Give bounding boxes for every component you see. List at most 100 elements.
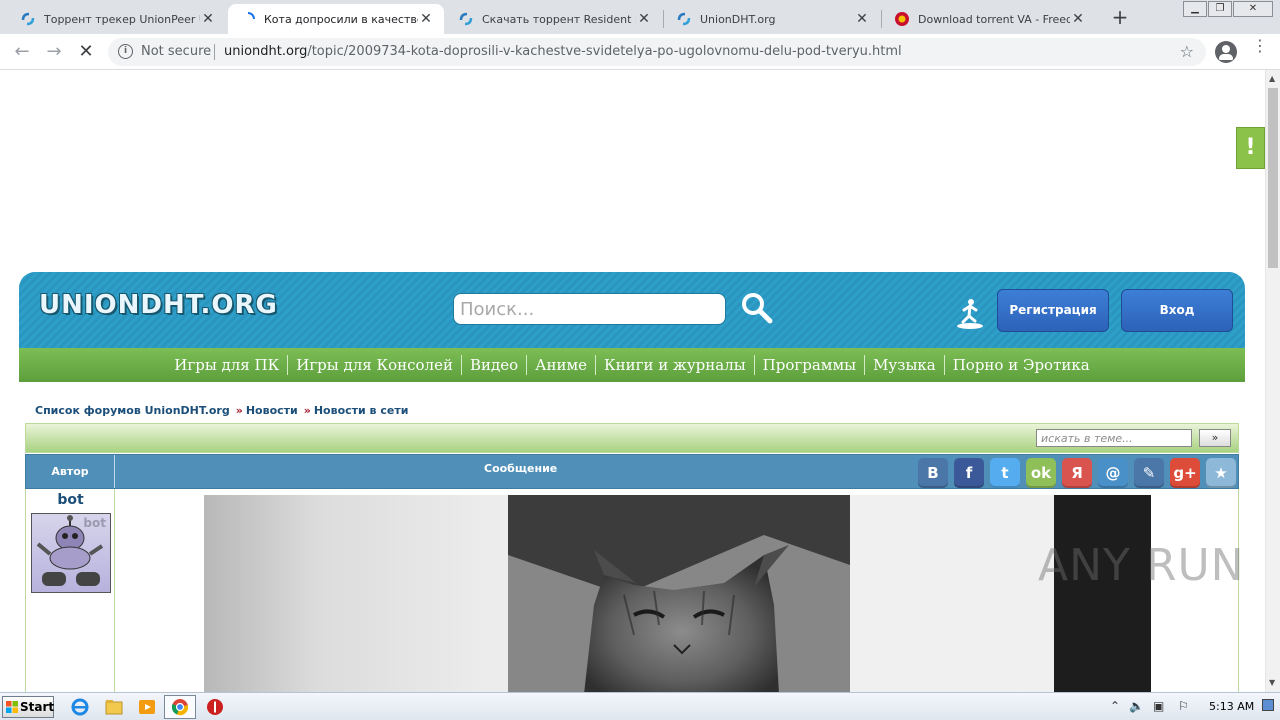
windows-flag-icon [6,701,18,713]
tab-close-icon[interactable]: ✕ [418,11,434,27]
tab-close-icon[interactable]: ✕ [636,11,652,27]
back-button[interactable]: ← [10,40,34,64]
url-text[interactable]: uniondht.org/topic/2009734-kota-doprosil… [224,44,902,59]
runner-icon [954,296,986,330]
scroll-up-icon[interactable]: ▲ [1269,74,1275,83]
author-name[interactable]: bot [26,492,115,508]
breadcrumb: Список форумов UnionDHT.org» Новости» Ново… [35,404,408,417]
tab-title: Кота допросили в качестве св [264,12,418,26]
tab-title: UnionDHT.org [700,12,776,26]
uniondht-favicon-icon [458,11,474,27]
tab-close-icon[interactable]: ✕ [1070,11,1086,27]
share-mail-icon[interactable]: @ [1098,458,1128,488]
nav-item[interactable]: Игры для ПК [166,356,287,374]
restore-window-button[interactable]: ❐ [1208,1,1232,17]
tray-expand-icon[interactable]: ⌃ [1110,699,1120,713]
action-center-flag-icon[interactable]: ⚐ [1178,699,1189,713]
stop-sign-icon[interactable] [205,697,225,717]
nav-item[interactable]: Видео [462,356,526,374]
tab-close-icon[interactable]: ✕ [200,11,216,27]
category-nav: Игры для ПК Игры для Консолей Видео Аниме Кн… [19,348,1245,382]
forward-button[interactable]: → [42,40,66,64]
search-icon[interactable] [739,290,775,326]
tab-close-icon[interactable]: ✕ [854,11,870,27]
nav-item[interactable]: Порно и Эротика [945,356,1098,374]
site-logo[interactable]: UNIONDHT.ORG [39,290,278,320]
register-button[interactable]: Регистрация [997,289,1109,332]
share-vk-icon[interactable]: B [918,458,948,488]
volume-icon[interactable]: 🔈 [1129,699,1144,713]
tab-title: Download torrent VA - Freedom [918,12,1070,26]
media-player-icon[interactable] [137,697,157,717]
profile-avatar-icon[interactable] [1215,41,1237,63]
share-livejournal-icon[interactable]: ✎ [1134,458,1164,488]
share-google-plus-icon[interactable]: g+ [1170,458,1200,488]
breadcrumb-news-online[interactable]: Новости в сети [314,404,409,417]
browser-tab-active[interactable]: Кота допросили в качестве св ✕ [228,4,444,34]
nav-item[interactable]: Игры для Консолей [288,356,461,374]
internet-explorer-icon[interactable] [70,697,90,717]
nav-item[interactable]: Книги и журналы [596,356,754,374]
minimize-window-button[interactable]: ▁ [1183,1,1207,17]
chrome-taskbar-button[interactable] [164,695,196,719]
tab-title: Торрент трекер UnionPeer Uni [44,12,200,26]
page-viewport: UNIONDHT.ORG Поиск... Регистрация Вход И… [0,70,1265,692]
close-window-button[interactable]: ✕ [1233,1,1273,17]
topic-search-button[interactable]: » [1199,429,1231,447]
browser-tab[interactable]: UnionDHT.org ✕ [664,4,880,34]
nav-item[interactable]: Музыка [865,356,944,374]
share-bookmark-icon[interactable]: ★ [1206,458,1236,488]
share-facebook-icon[interactable]: f [954,458,984,488]
start-label: Start [20,700,55,714]
login-button[interactable]: Вход [1121,289,1233,332]
breadcrumb-news[interactable]: Новости [246,404,298,417]
avatar-label: bot [83,516,106,530]
author-column-header: Автор [26,455,115,488]
show-desktop-button[interactable] [1262,699,1274,711]
browser-tab[interactable]: Download torrent VA - Freedom ✕ [882,4,1096,34]
nav-item[interactable]: Программы [755,356,864,374]
share-odnoklassniki-icon[interactable]: ok [1026,458,1056,488]
url-host: uniondht.org [224,44,308,59]
bookmark-star-icon[interactable]: ☆ [1180,42,1194,61]
security-label: Not secure [141,44,212,59]
tab-title: Скачать торрент Resident Evil [482,12,636,26]
nav-item[interactable]: Аниме [527,356,595,374]
windows-taskbar: Start ⌃ 🔈 ▣ ⚐ 5:13 AM [0,692,1280,720]
loading-spinner-icon [240,11,256,27]
breadcrumb-forum-list[interactable]: Список форумов UnionDHT.org [35,404,230,417]
address-bar[interactable]: i Not secure uniondht.org/topic/2009734-… [108,38,1206,66]
author-column: bot bot [26,489,115,692]
ad-space [0,70,1265,270]
network-icon[interactable]: ▣ [1153,699,1164,713]
share-twitter-icon[interactable]: t [990,458,1020,488]
breadcrumb-separator: » [235,404,243,417]
stop-loading-button[interactable]: ✕ [74,40,98,64]
page-scrollbar[interactable]: ▲ ▼ [1265,70,1280,692]
new-tab-button[interactable]: + [1108,6,1132,30]
post-table-header: Автор Сообщение Bf t ok Я @ ✎ g+ ★ [25,454,1239,489]
breadcrumb-separator: » [303,404,311,417]
address-separator [214,44,215,60]
folder-icon[interactable] [104,697,124,717]
share-yandex-icon[interactable]: Я [1062,458,1092,488]
site-search-input[interactable]: Поиск... [453,293,726,325]
browser-tab-strip: Торрент трекер UnionPeer Uni ✕ Кота допр… [0,0,1280,34]
chrome-icon [171,699,189,716]
browser-tab[interactable]: Торрент трекер UnionPeer Uni ✕ [8,4,226,34]
anyrun-watermark: ANY RUN [1038,540,1245,591]
freedom-favicon-icon [894,11,910,27]
uniondht-favicon-icon [676,11,692,27]
browser-menu-icon[interactable]: ⋮ [1252,38,1268,61]
browser-toolbar: ← → ✕ i Not secure uniondht.org/topic/20… [0,34,1280,70]
feedback-tab[interactable]: ! [1236,127,1265,169]
post-image [204,495,1151,692]
scroll-thumb[interactable] [1268,88,1278,268]
scroll-down-icon[interactable]: ▼ [1269,678,1275,687]
browser-tab[interactable]: Скачать торрент Resident Evil ✕ [446,4,662,34]
site-header: UNIONDHT.ORG Поиск... Регистрация Вход [19,272,1245,348]
topic-search-input[interactable]: искать в теме... [1036,429,1192,447]
info-icon[interactable]: i [118,44,133,59]
start-button[interactable]: Start [2,696,54,718]
topic-toolbar: искать в теме... » [25,423,1239,453]
